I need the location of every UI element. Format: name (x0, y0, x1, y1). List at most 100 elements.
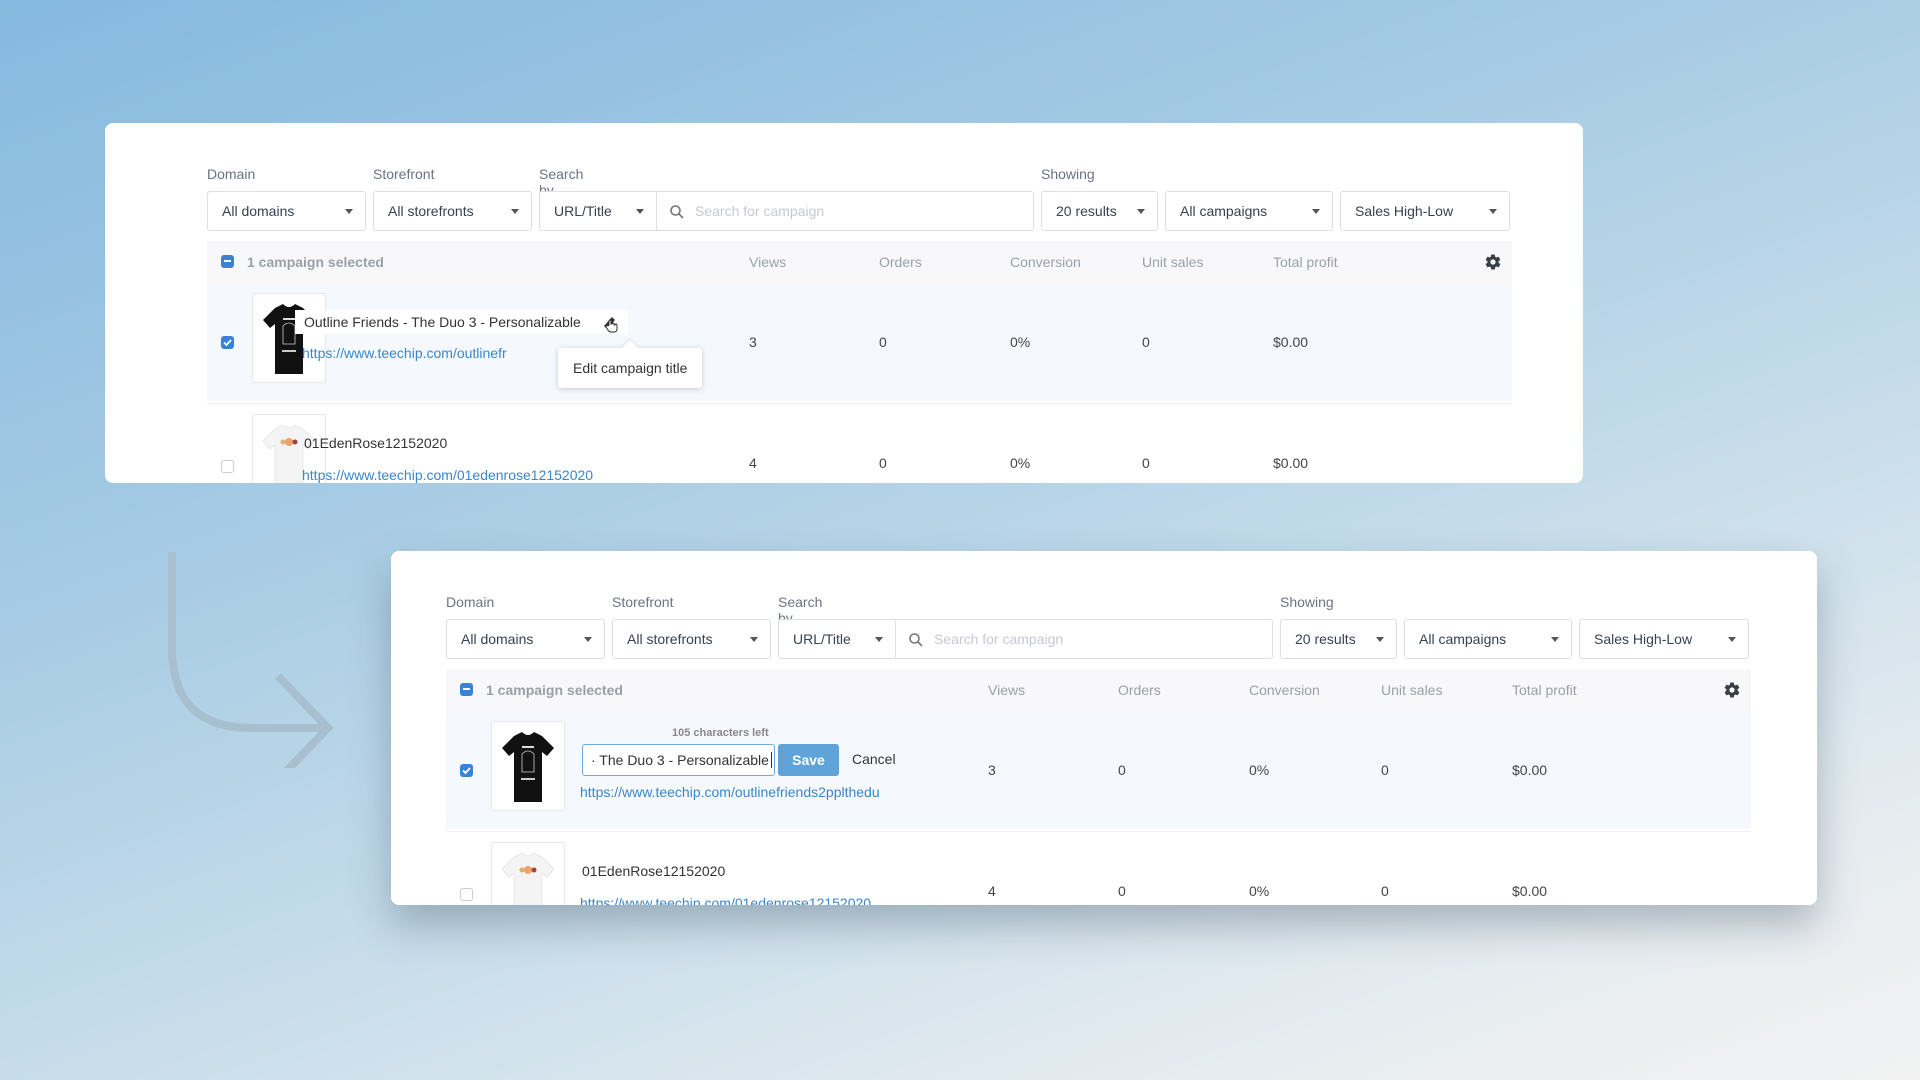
domain-select-value: All domains (461, 631, 534, 647)
showing-select-value: 20 results (1056, 203, 1117, 219)
caret-down-icon (511, 209, 519, 214)
campaigns-panel-after: Domain All domains Storefront All storef… (391, 551, 1817, 905)
views-value: 4 (749, 455, 757, 471)
edit-title-tooltip: Edit campaign title (558, 348, 703, 388)
sort-select-value: Sales High-Low (1355, 203, 1454, 219)
unit-sales-value: 0 (1142, 334, 1150, 350)
domain-label: Domain (446, 594, 495, 610)
campaigns-filter-select[interactable]: All campaigns (1404, 619, 1572, 659)
row-checkbox[interactable] (221, 460, 234, 473)
column-views[interactable]: Views (749, 254, 786, 270)
campaign-title-input-value: · The Duo 3 - Personalizable (591, 752, 769, 768)
search-placeholder: Search for campaign (934, 631, 1064, 647)
total-profit-value: $0.00 (1273, 334, 1309, 350)
column-total-profit[interactable]: Total profit (1273, 254, 1338, 270)
campaigns-filter-select[interactable]: All campaigns (1165, 191, 1333, 231)
column-unit-sales[interactable]: Unit sales (1381, 682, 1442, 698)
unit-sales-value: 0 (1381, 762, 1389, 778)
table-row[interactable]: Outline Friends - The Duo 3 - Personaliz… (207, 283, 1512, 401)
views-value: 3 (749, 334, 757, 350)
caret-down-icon (584, 637, 592, 642)
table-row[interactable]: 105 characters left · The Duo 3 - Person… (446, 711, 1751, 829)
storefront-select-value: All storefronts (627, 631, 713, 647)
row-checkbox[interactable] (460, 888, 473, 901)
caret-down-icon (1137, 209, 1145, 214)
product-thumbnail (491, 842, 565, 905)
flow-arrow-icon (168, 552, 334, 768)
searchby-select-value: URL/Title (554, 203, 612, 219)
select-all-checkbox[interactable] (460, 683, 473, 696)
caret-down-icon (1551, 637, 1559, 642)
check-icon (462, 767, 471, 775)
conversion-value: 0% (1010, 455, 1031, 471)
orders-value: 0 (1118, 883, 1126, 899)
text-cursor (770, 752, 772, 768)
campaign-url[interactable]: https://www.teechip.com/outlinefriends2p… (580, 784, 880, 800)
column-orders[interactable]: Orders (879, 254, 922, 270)
showing-select[interactable]: 20 results (1280, 619, 1397, 659)
product-thumbnail (252, 293, 326, 383)
storefront-select[interactable]: All storefronts (612, 619, 771, 659)
search-icon (670, 205, 684, 219)
selection-count: 1 campaign selected (247, 254, 384, 270)
campaign-url[interactable]: https://www.teechip.com/01edenrose121520… (580, 895, 871, 905)
showing-select[interactable]: 20 results (1041, 191, 1158, 231)
campaign-title-input[interactable]: · The Duo 3 - Personalizable (582, 744, 775, 776)
save-button[interactable]: Save (778, 744, 839, 776)
column-total-profit[interactable]: Total profit (1512, 682, 1577, 698)
table-row[interactable]: 01EdenRose12152020 https://www.teechip.c… (207, 403, 1512, 483)
campaigns-filter-value: All campaigns (1419, 631, 1507, 647)
searchby-select-value: URL/Title (793, 631, 851, 647)
caret-down-icon (636, 209, 644, 214)
cancel-button[interactable]: Cancel (852, 751, 896, 767)
storefront-label: Storefront (373, 166, 435, 182)
column-conversion[interactable]: Conversion (1249, 682, 1320, 698)
edit-pencil-cursor-icon[interactable] (601, 313, 619, 333)
campaign-title[interactable]: 01EdenRose12152020 (582, 863, 725, 879)
orders-value: 0 (879, 455, 887, 471)
sort-select[interactable]: Sales High-Low (1579, 619, 1749, 659)
selection-count: 1 campaign selected (486, 682, 623, 698)
campaign-title[interactable]: Outline Friends - The Duo 3 - Personaliz… (304, 314, 581, 330)
showing-label: Showing (1280, 594, 1334, 610)
column-views[interactable]: Views (988, 682, 1025, 698)
campaigns-filter-value: All campaigns (1180, 203, 1268, 219)
caret-down-icon (875, 637, 883, 642)
column-conversion[interactable]: Conversion (1010, 254, 1081, 270)
searchby-select[interactable]: URL/Title (778, 619, 896, 659)
column-orders[interactable]: Orders (1118, 682, 1161, 698)
search-input[interactable]: Search for campaign (895, 619, 1273, 659)
domain-select[interactable]: All domains (446, 619, 605, 659)
total-profit-value: $0.00 (1273, 455, 1309, 471)
domain-select-value: All domains (222, 203, 295, 219)
caret-down-icon (1489, 209, 1497, 214)
unit-sales-value: 0 (1381, 883, 1389, 899)
gear-icon[interactable] (1723, 681, 1741, 699)
conversion-value: 0% (1249, 883, 1270, 899)
campaign-title[interactable]: 01EdenRose12152020 (304, 435, 447, 451)
campaign-url[interactable]: https://www.teechip.com/outlinefr (302, 345, 507, 361)
row-checkbox[interactable] (221, 336, 234, 349)
column-unit-sales[interactable]: Unit sales (1142, 254, 1203, 270)
table-row[interactable]: 01EdenRose12152020 https://www.teechip.c… (446, 831, 1751, 905)
search-input[interactable]: Search for campaign (656, 191, 1034, 231)
storefront-label: Storefront (612, 594, 674, 610)
domain-select[interactable]: All domains (207, 191, 366, 231)
table-header: 1 campaign selected Views Orders Convers… (446, 669, 1751, 711)
gear-icon[interactable] (1484, 253, 1502, 271)
searchby-select[interactable]: URL/Title (539, 191, 657, 231)
orders-value: 0 (879, 334, 887, 350)
product-thumbnail (491, 721, 565, 811)
caret-down-icon (345, 209, 353, 214)
select-all-checkbox[interactable] (221, 255, 234, 268)
showing-select-value: 20 results (1295, 631, 1356, 647)
storefront-select[interactable]: All storefronts (373, 191, 532, 231)
orders-value: 0 (1118, 762, 1126, 778)
check-icon (223, 339, 232, 347)
row-checkbox[interactable] (460, 764, 473, 777)
sort-select[interactable]: Sales High-Low (1340, 191, 1510, 231)
views-value: 4 (988, 883, 996, 899)
campaign-url[interactable]: https://www.teechip.com/01edenrose121520… (302, 467, 593, 483)
storefront-select-value: All storefronts (388, 203, 474, 219)
conversion-value: 0% (1249, 762, 1270, 778)
